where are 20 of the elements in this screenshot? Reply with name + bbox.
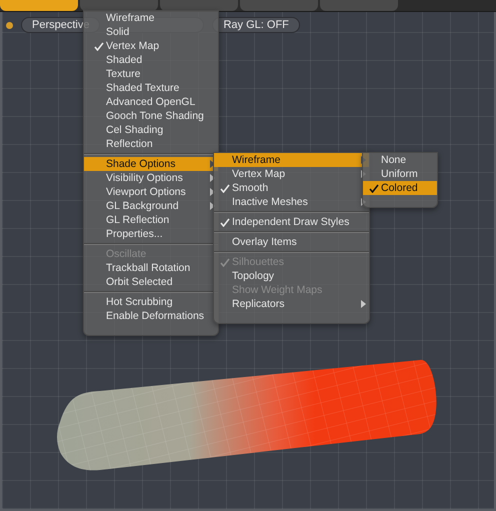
menu-item[interactable]: Overlay Items <box>214 235 369 249</box>
tab[interactable] <box>80 0 158 11</box>
tab[interactable] <box>160 0 238 11</box>
menu-item[interactable]: Uniform <box>363 167 437 181</box>
menu-item[interactable]: Texture <box>84 67 218 81</box>
menu-item[interactable]: Vertex Map <box>84 39 218 53</box>
menu-item[interactable]: Cel Shading <box>84 123 218 137</box>
menu-item[interactable]: Shaded Texture <box>84 81 218 95</box>
menu-item[interactable]: Independent Draw Styles <box>214 215 369 229</box>
menu-item[interactable]: Reflection <box>84 137 218 151</box>
tab[interactable] <box>0 0 78 11</box>
tab[interactable] <box>240 0 318 11</box>
status-light-icon <box>6 22 13 28</box>
menu-item[interactable]: Colored <box>363 181 437 195</box>
tab[interactable] <box>320 0 398 11</box>
menu-item[interactable]: Shaded <box>84 53 218 67</box>
menu-item[interactable]: Advanced OpenGL <box>84 95 218 109</box>
menu-item[interactable]: Replicators <box>214 297 369 311</box>
menu-item[interactable]: Topology <box>214 269 369 283</box>
menu-item[interactable]: Gooch Tone Shading <box>84 109 218 123</box>
